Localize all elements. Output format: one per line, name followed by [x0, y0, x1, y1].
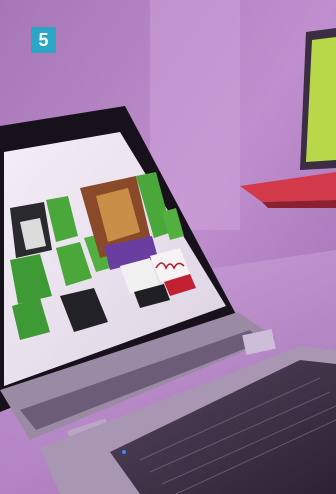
image-number-badge: 5 [31, 27, 56, 53]
product-photo [0, 0, 336, 494]
power-led [122, 450, 126, 454]
